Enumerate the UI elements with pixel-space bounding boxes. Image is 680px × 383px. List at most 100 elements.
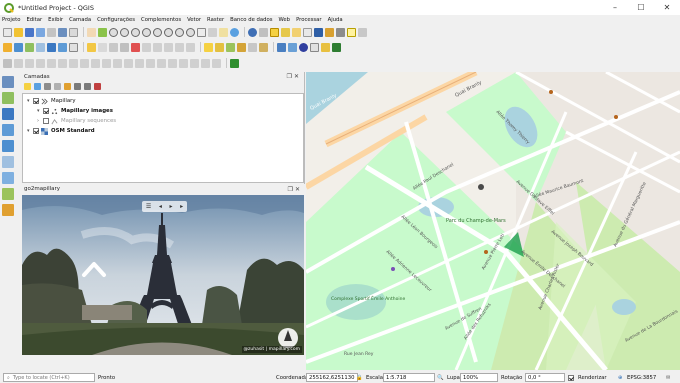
layout-manager-icon[interactable] bbox=[58, 27, 67, 37]
map-tips-icon[interactable] bbox=[347, 27, 356, 37]
offset-curve-icon[interactable] bbox=[124, 58, 133, 68]
menu-projeto[interactable]: Projeto bbox=[2, 17, 20, 23]
rotate-point-icon[interactable] bbox=[179, 58, 188, 68]
deselect-icon[interactable] bbox=[292, 27, 301, 37]
select-features-icon[interactable] bbox=[270, 27, 279, 37]
help-icon[interactable] bbox=[321, 42, 330, 52]
zoom-selection-icon[interactable] bbox=[153, 27, 162, 37]
close-panel-icon[interactable]: ✕ bbox=[294, 73, 301, 80]
add-raster-layer-icon[interactable] bbox=[2, 92, 14, 104]
layer-checkbox[interactable] bbox=[43, 118, 49, 124]
remove-layer-icon[interactable] bbox=[94, 82, 101, 90]
add-feature-icon[interactable] bbox=[109, 42, 118, 52]
locator-search[interactable]: ⌕ Type to locate (Ctrl+K) bbox=[3, 373, 95, 382]
zoom-full-icon[interactable] bbox=[142, 27, 151, 37]
new-project-icon[interactable] bbox=[3, 27, 12, 37]
save-as-icon[interactable] bbox=[36, 27, 45, 37]
cut-features-icon[interactable] bbox=[142, 42, 151, 52]
rotate-feature-icon[interactable] bbox=[36, 58, 45, 68]
menu-camada[interactable]: Camada bbox=[69, 17, 91, 23]
save-edits-icon[interactable] bbox=[98, 42, 107, 52]
coordinate-value[interactable]: 255162,6251130 bbox=[306, 373, 358, 382]
pan-icon[interactable] bbox=[87, 27, 96, 37]
reverse-line-icon[interactable] bbox=[201, 58, 210, 68]
add-wms-icon[interactable] bbox=[36, 42, 45, 52]
close-panel-icon[interactable]: ✕ bbox=[295, 186, 302, 193]
play-icon[interactable]: ▸ bbox=[170, 203, 173, 210]
copy-features-icon[interactable] bbox=[153, 42, 162, 52]
qgis-green-icon[interactable] bbox=[230, 58, 239, 68]
mapillary-attribution[interactable]: @zuhasit | mapillary.com bbox=[241, 346, 302, 353]
add-spatialite-layer-icon[interactable] bbox=[2, 124, 14, 136]
minimize-button[interactable]: – bbox=[602, 0, 628, 15]
add-vector-icon[interactable] bbox=[14, 42, 23, 52]
add-raster-icon[interactable] bbox=[25, 42, 34, 52]
style-manager-icon[interactable] bbox=[69, 27, 78, 37]
label-show-hide-icon[interactable] bbox=[226, 42, 235, 52]
layer-checkbox[interactable] bbox=[43, 108, 49, 114]
label-rotate-icon[interactable] bbox=[248, 42, 257, 52]
split-features-icon[interactable] bbox=[135, 58, 144, 68]
paste-features-icon[interactable] bbox=[164, 42, 173, 52]
layer-osm-standard[interactable]: ▾ OSM Standard bbox=[27, 126, 95, 136]
rotation-input[interactable]: 0,0 ° bbox=[525, 373, 565, 382]
move-feature-icon[interactable] bbox=[25, 58, 34, 68]
messages-icon[interactable]: ✉ bbox=[666, 373, 670, 382]
layer-mapillary-images[interactable]: ▾ Mapillary images bbox=[37, 106, 113, 116]
attribute-table-icon[interactable] bbox=[303, 27, 312, 37]
add-vector-layer-icon[interactable] bbox=[2, 76, 14, 88]
add-wfs-icon[interactable] bbox=[2, 188, 14, 200]
delete-selected-icon[interactable] bbox=[131, 42, 140, 52]
delete-part-icon[interactable] bbox=[102, 58, 111, 68]
print-layout-icon[interactable] bbox=[47, 27, 56, 37]
toggle-editing-icon[interactable] bbox=[87, 42, 96, 52]
filter-legend-icon[interactable] bbox=[54, 82, 61, 90]
float-panel-icon[interactable]: ❐ bbox=[288, 186, 295, 193]
advanced-digitize-icon[interactable] bbox=[14, 58, 23, 68]
select-by-value-icon[interactable] bbox=[281, 27, 290, 37]
layer-checkbox[interactable] bbox=[33, 128, 39, 134]
menu-icon[interactable]: ☰ bbox=[146, 203, 151, 210]
zoom-next-icon[interactable] bbox=[186, 27, 195, 37]
layer-checkbox[interactable] bbox=[33, 98, 39, 104]
split-parts-icon[interactable] bbox=[146, 58, 155, 68]
simplify-feature-icon[interactable] bbox=[47, 58, 56, 68]
filter-expression-icon[interactable] bbox=[64, 82, 71, 90]
menu-web[interactable]: Web bbox=[279, 17, 291, 23]
expand-all-icon[interactable] bbox=[74, 82, 81, 90]
vertex-tool-icon[interactable] bbox=[120, 42, 129, 52]
lock-scale-icon[interactable]: 🔒 bbox=[356, 373, 363, 382]
bookmark-icon[interactable] bbox=[208, 27, 217, 37]
add-mssql-icon[interactable] bbox=[2, 140, 14, 152]
field-calculator-icon[interactable] bbox=[314, 27, 323, 37]
render-checkbox[interactable] bbox=[568, 374, 574, 381]
reshape-icon[interactable] bbox=[113, 58, 122, 68]
zoom-out-icon[interactable] bbox=[120, 27, 129, 37]
delete-ring-icon[interactable] bbox=[91, 58, 100, 68]
text-annotation-icon[interactable] bbox=[358, 27, 367, 37]
go2mapillary-icon[interactable] bbox=[299, 42, 308, 52]
menu-raster[interactable]: Raster bbox=[207, 17, 224, 23]
menu-exibir[interactable]: Exibir bbox=[48, 17, 63, 23]
refresh-icon[interactable] bbox=[230, 27, 239, 37]
magnifier-input[interactable]: 100% bbox=[460, 373, 498, 382]
crs-label[interactable]: EPSG:3857 bbox=[627, 373, 656, 382]
add-ring-icon[interactable] bbox=[58, 58, 67, 68]
add-postgis-icon[interactable] bbox=[2, 108, 14, 120]
add-database-icon[interactable] bbox=[47, 42, 56, 52]
style-panel-icon[interactable] bbox=[24, 82, 31, 90]
menu-editar[interactable]: Editar bbox=[26, 17, 42, 23]
new-layer-icon[interactable] bbox=[69, 42, 78, 52]
menu-ajuda[interactable]: Ajuda bbox=[328, 17, 343, 23]
zoom-native-icon[interactable] bbox=[131, 27, 140, 37]
redo-icon[interactable] bbox=[186, 42, 195, 52]
plugin-icon[interactable] bbox=[288, 42, 297, 52]
identify-icon[interactable] bbox=[248, 27, 257, 37]
scale-input[interactable]: 1:5.718 bbox=[383, 373, 435, 382]
show-bookmarks-icon[interactable] bbox=[219, 27, 228, 37]
layer-group-mapillary[interactable]: ▾ Mapillary bbox=[27, 96, 76, 106]
pan-to-selection-icon[interactable] bbox=[98, 27, 107, 37]
label-change-icon[interactable] bbox=[259, 42, 268, 52]
menu-configuracoes[interactable]: Configurações bbox=[97, 17, 135, 23]
osm-plugin-icon[interactable] bbox=[332, 42, 341, 52]
